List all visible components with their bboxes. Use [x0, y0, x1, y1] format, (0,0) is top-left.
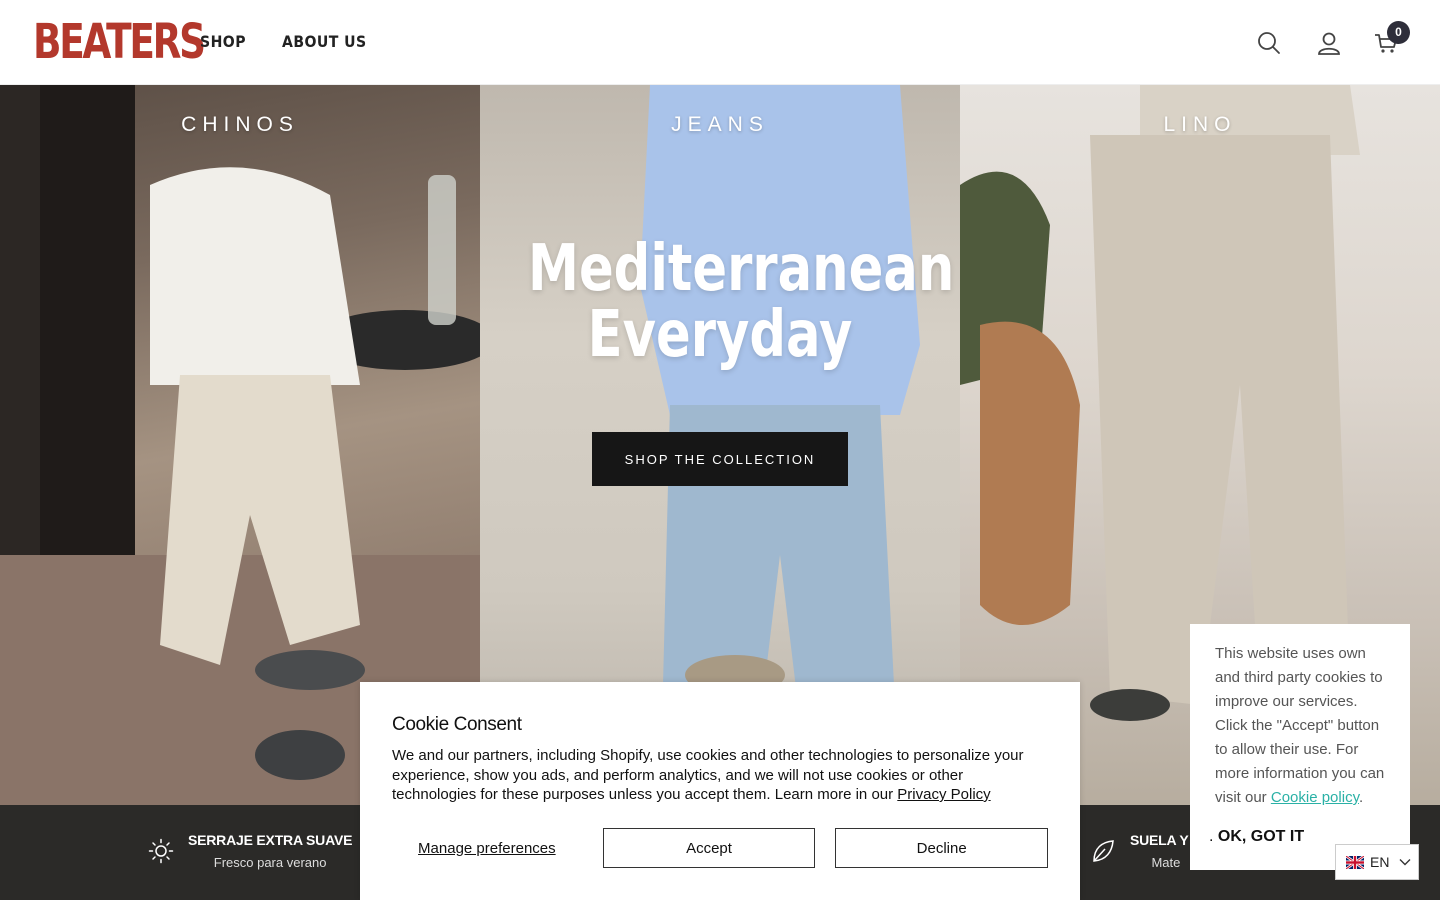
account-icon[interactable]	[1316, 30, 1342, 56]
nav-about-us[interactable]: ABOUT US	[282, 32, 367, 51]
leaf-icon	[1093, 840, 1114, 862]
cookie-notice-text: This website uses own and third party co…	[1215, 642, 1390, 810]
hero-title-line-2: Everyday	[587, 298, 853, 372]
cookie-notice: This website uses own and third party co…	[1190, 624, 1410, 870]
panel-label-jeans: JEANS	[671, 113, 769, 136]
panel-label-lino: LINO	[1163, 113, 1237, 136]
cookie-consent-actions: Manage preferences Accept Decline	[392, 828, 1048, 868]
cookie-notice-period: .	[1358, 789, 1364, 806]
site-header: BEATERS SHOP ABOUT US 0	[0, 0, 1440, 85]
language-code: EN	[1370, 854, 1390, 870]
shop-collection-button[interactable]: SHOP THE COLLECTION	[592, 432, 848, 486]
privacy-policy-link[interactable]: Privacy Policy	[897, 786, 990, 803]
panel-label-chinos: CHINOS	[181, 113, 299, 136]
manage-preferences-link[interactable]: Manage preferences	[392, 840, 582, 857]
cookie-consent-dialog: Cookie Consent We and our partners, incl…	[360, 682, 1080, 900]
hero-title-line-1: Mediterranean	[528, 232, 955, 306]
feature-item: SERRAJE EXTRA SUAVE Fresco para verano	[148, 832, 352, 870]
accept-button[interactable]: Accept	[602, 828, 816, 868]
uk-flag-icon	[1346, 855, 1364, 869]
brand-logo[interactable]: BEATERS	[33, 17, 206, 67]
decline-button[interactable]: Decline	[835, 828, 1048, 868]
search-icon[interactable]	[1256, 30, 1282, 56]
feature-item: SUELA Y C Mate	[1090, 832, 1202, 870]
cart-count-badge: 0	[1387, 21, 1410, 44]
chevron-down-icon	[1399, 859, 1411, 866]
cookie-policy-link[interactable]: Cookie policy	[1271, 789, 1359, 806]
cookie-notice-body: This website uses own and third party co…	[1215, 645, 1385, 806]
ok-got-it-button[interactable]: OK, GOT IT	[1218, 828, 1304, 845]
hero-title: Mediterranean Everyday	[528, 232, 955, 372]
sun-icon	[148, 838, 174, 864]
cookie-consent-body: We and our partners, including Shopify, …	[392, 746, 1048, 805]
language-selector[interactable]: EN	[1335, 844, 1419, 880]
nav-shop[interactable]: SHOP	[200, 32, 246, 51]
main-nav: SHOP ABOUT US	[200, 32, 378, 51]
feature-subtitle: Fresco para verano	[213, 855, 327, 870]
ok-prefix: .	[1209, 828, 1218, 845]
cookie-consent-title: Cookie Consent	[392, 714, 522, 735]
feature-title: SERRAJE EXTRA SUAVE	[188, 832, 353, 848]
